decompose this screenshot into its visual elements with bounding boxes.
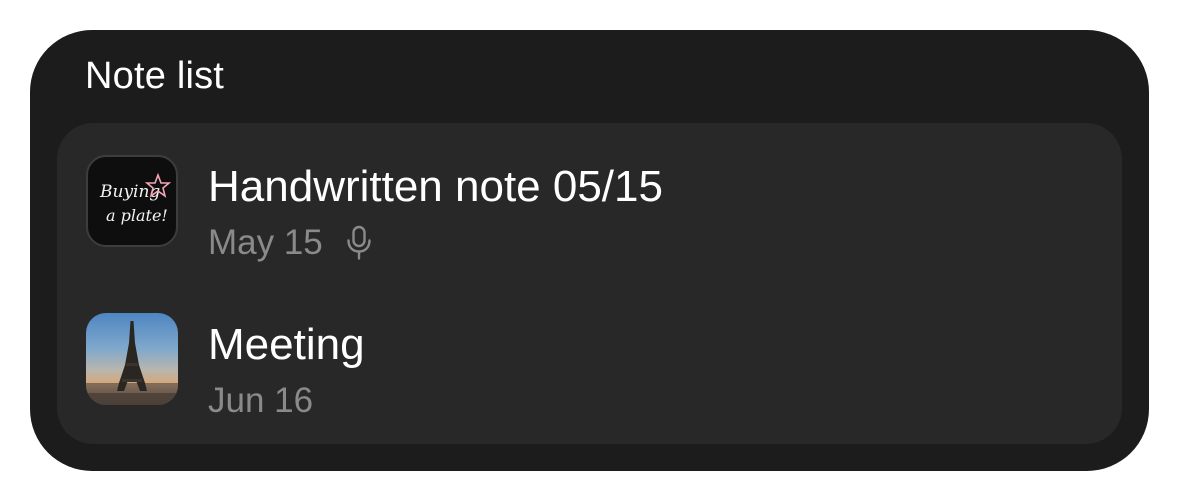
note-title: Meeting — [208, 320, 365, 369]
note-item-handwritten[interactable]: Buying a plate! Handwritten note 05/15 M… — [57, 133, 1122, 283]
widget-title: Note list — [85, 55, 225, 97]
handwriting-line-2: a plate! — [106, 206, 168, 225]
note-meta: May 15 — [208, 221, 373, 265]
note-item-meeting[interactable]: Meeting Jun 16 — [57, 291, 1122, 441]
handwriting-image: Buying a plate! — [99, 172, 172, 225]
note-title: Handwritten note 05/15 — [208, 162, 663, 211]
note-date: Jun 16 — [208, 381, 314, 420]
mic-icon — [347, 225, 371, 260]
note-list-widget: Note list Buying a plate! Handwritten no… — [30, 30, 1149, 471]
note-thumbnail-handwriting: Buying a plate! — [86, 155, 178, 247]
eiffel-tower-image — [86, 321, 178, 405]
note-meta: Jun 16 — [208, 379, 313, 423]
note-list-panel: Buying a plate! Handwritten note 05/15 M… — [57, 123, 1122, 444]
note-date: May 15 — [208, 223, 323, 262]
note-thumbnail-photo — [86, 313, 178, 405]
